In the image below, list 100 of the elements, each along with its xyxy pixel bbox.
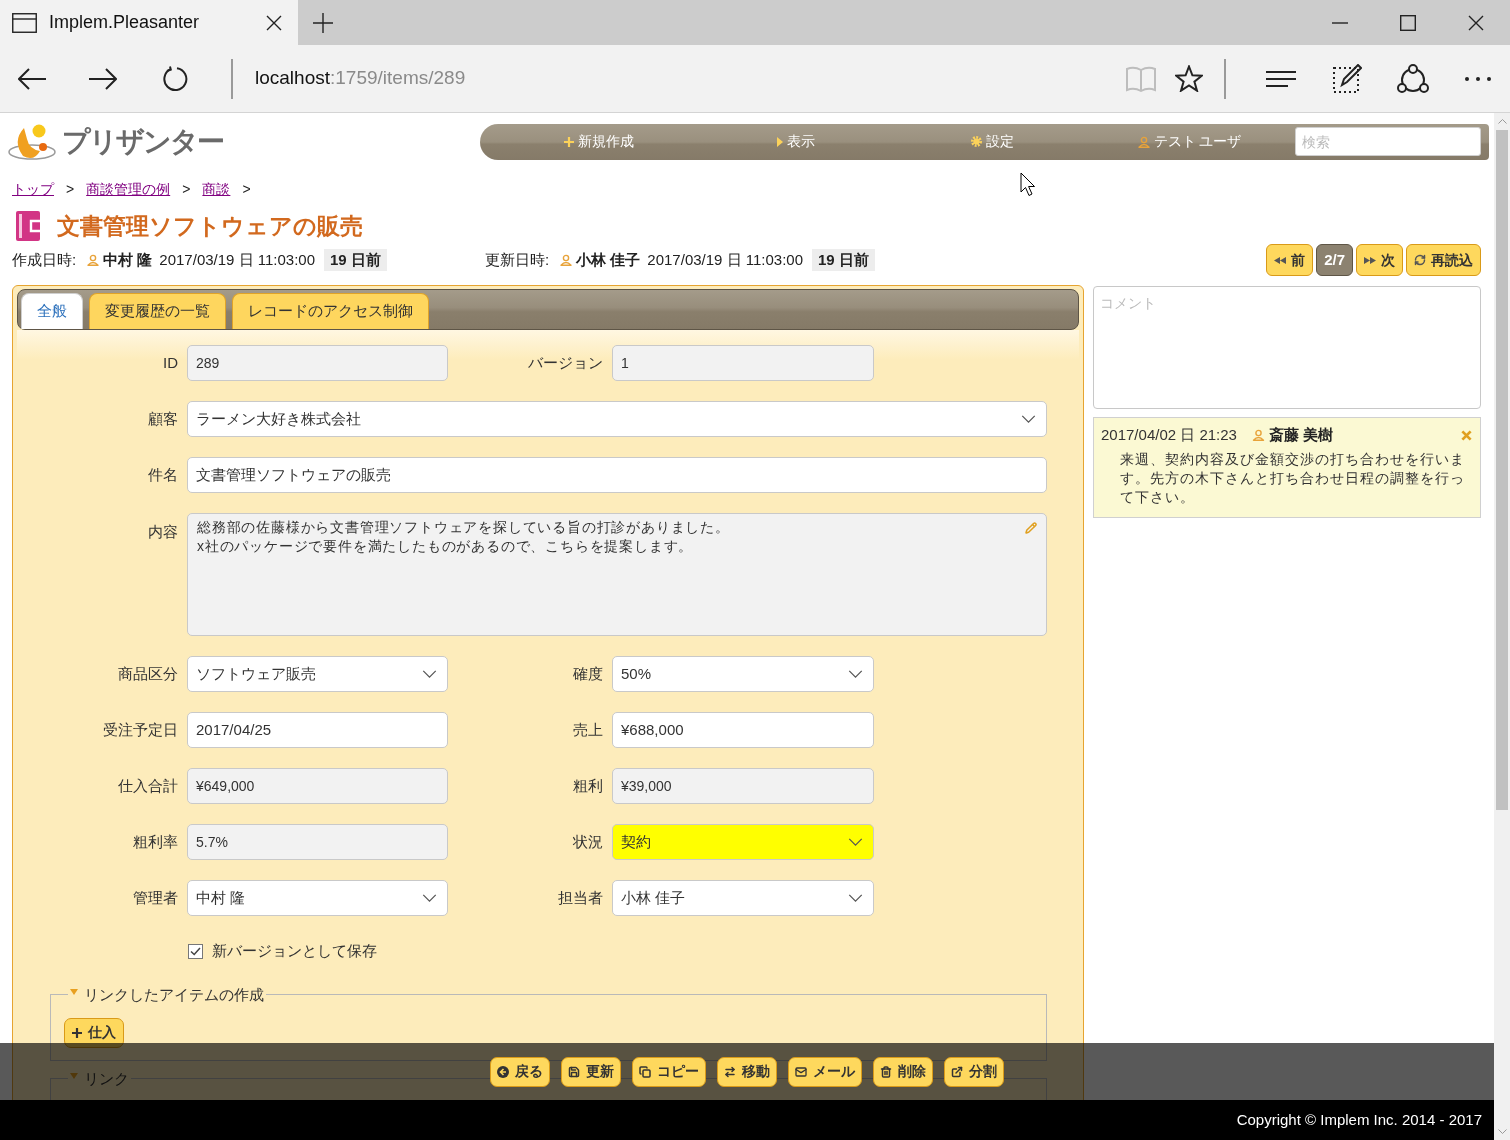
chevron-down-icon <box>1021 415 1036 423</box>
menu-item[interactable]: 設定 <box>971 131 1014 152</box>
dropdown[interactable]: ラーメン大好き株式会社 <box>187 401 1047 437</box>
field-label: 粗利率 <box>133 831 178 852</box>
comment-text: 来週、契約内容及び金額交渉の打ち合わせを行います。先方の木下さんと打ち合わせ日程の調整を行って下さい。 <box>1119 449 1466 507</box>
reload-button[interactable]: 再読込 <box>1406 244 1481 276</box>
chevron-down-icon <box>848 894 863 902</box>
hub-lines-icon[interactable] <box>1266 70 1296 87</box>
chevron-down-icon <box>848 670 863 678</box>
dropdown[interactable]: 50% <box>612 656 874 692</box>
tab[interactable]: 全般 <box>21 293 83 329</box>
plus-icon <box>563 136 574 147</box>
forward-arrow-icon[interactable] <box>89 67 117 90</box>
comment-date: 2017/04/02 日 21:23 <box>1101 425 1237 445</box>
field-label: 件名 <box>148 464 178 485</box>
info-label: 作成日時: <box>12 249 77 270</box>
back-button[interactable]: 戻る <box>490 1056 550 1087</box>
close-icon[interactable] <box>1468 14 1484 31</box>
more-icon[interactable] <box>1465 76 1491 81</box>
back-arrow-icon[interactable] <box>18 67 46 90</box>
readonly-field: ¥39,000 <box>612 768 874 804</box>
timestamp: 2017/03/19 日 11:03:00 <box>647 249 804 270</box>
breadcrumb-separator: > <box>242 179 251 199</box>
breadcrumb-link[interactable]: トップ <box>12 178 54 200</box>
arrows-left-right-icon <box>724 1065 736 1078</box>
user-name: 中村 隆 <box>103 249 153 270</box>
field-label: 管理者 <box>133 887 178 908</box>
scrollbar-thumb[interactable] <box>1496 130 1508 810</box>
copy-button[interactable]: コピー <box>632 1056 706 1087</box>
breadcrumb-link[interactable]: 商談 <box>202 178 231 200</box>
breadcrumb-separator: > <box>66 179 75 199</box>
readonly-field: 5.7% <box>187 824 448 860</box>
gear-icon <box>971 136 982 147</box>
info-label: 更新日時: <box>485 249 550 270</box>
previous-button[interactable]: 前 <box>1266 244 1314 276</box>
logo-text: プリザンター <box>62 124 223 159</box>
timestamp: 2017/03/19 日 11:03:00 <box>159 249 316 270</box>
notebook-icon <box>16 211 40 241</box>
field-label: 状況 <box>573 831 603 852</box>
text-area[interactable]: 総務部の佐藤様から文書管理ソフトウェアを探している旨の打診がありました。 x社のパッケージで要件を満たしたものがあるので、こちらを提案します。 <box>187 513 1047 636</box>
circle-arrow-left-icon <box>497 1065 509 1078</box>
update-button[interactable]: 更新 <box>561 1056 621 1087</box>
dropdown[interactable]: 契約 <box>612 824 874 860</box>
mail-button[interactable]: メール <box>788 1056 862 1087</box>
note-pen-icon[interactable] <box>1332 63 1362 94</box>
search-field[interactable]: 検索 <box>1295 127 1481 156</box>
chevron-down-icon <box>422 894 437 902</box>
next-button[interactable]: 次 <box>1356 244 1403 276</box>
field-label: 担当者 <box>558 887 603 908</box>
refresh-icon <box>1414 254 1426 266</box>
maximize-icon[interactable] <box>1400 14 1416 31</box>
mouse-pointer-icon <box>1020 172 1036 197</box>
dropdown[interactable]: 小林 佳子 <box>612 880 874 916</box>
share-icon[interactable] <box>1397 63 1429 94</box>
split-button[interactable]: 分割 <box>944 1056 1004 1087</box>
field-label: 仕入合計 <box>118 775 178 796</box>
user-name: 小林 佳子 <box>576 249 641 270</box>
plus-icon[interactable] <box>313 12 333 33</box>
person-icon <box>1137 135 1150 148</box>
trash-icon <box>880 1065 892 1078</box>
person-icon <box>87 254 100 266</box>
elapsed-badge: 19 日前 <box>324 248 387 272</box>
readonly-field: 1 <box>612 345 874 381</box>
minimize-icon[interactable] <box>1332 21 1348 24</box>
section-title[interactable]: リンクしたアイテムの作成 <box>84 985 264 1003</box>
external-link-icon <box>951 1065 963 1078</box>
triangle-right-icon <box>776 136 783 147</box>
refresh-icon[interactable] <box>162 65 188 92</box>
text-field[interactable]: 文書管理ソフトウェアの販売 <box>187 457 1047 493</box>
window-icon <box>12 12 37 33</box>
tab[interactable]: レコードのアクセス制御 <box>232 293 429 329</box>
double-arrow-right-icon <box>1364 256 1376 264</box>
readonly-field: ¥649,000 <box>187 768 448 804</box>
browser-tab[interactable]: Implem.Pleasanter <box>0 0 298 45</box>
checkbox[interactable] <box>188 943 203 959</box>
close-icon[interactable] <box>266 14 282 31</box>
text-field[interactable]: ¥688,000 <box>612 712 874 748</box>
add-button[interactable]: 仕入 <box>64 1017 124 1048</box>
move-button[interactable]: 移動 <box>717 1056 777 1087</box>
field-label: バージョン <box>528 352 603 373</box>
comment-field[interactable]: コメント <box>1093 286 1481 409</box>
tab[interactable]: 変更履歴の一覧 <box>89 293 226 329</box>
breadcrumb-link[interactable]: 商談管理の例 <box>86 178 171 200</box>
page-counter: 2/7 <box>1316 244 1353 276</box>
address-field[interactable]: localhost:1759/items/289 <box>255 64 466 93</box>
comment-author: 斎藤 美樹 <box>1268 425 1334 445</box>
elapsed-badge: 19 日前 <box>812 248 875 272</box>
text-field[interactable]: 2017/04/25 <box>187 712 448 748</box>
person-icon <box>560 254 573 266</box>
field-label: ID <box>163 352 178 373</box>
copy-icon <box>639 1065 651 1078</box>
star-icon[interactable] <box>1175 65 1203 92</box>
delete-button[interactable]: 削除 <box>873 1056 933 1087</box>
dropdown[interactable]: ソフトウェア販売 <box>187 656 448 692</box>
plus-icon <box>72 1027 82 1038</box>
menu-item[interactable]: 表示 <box>776 131 815 152</box>
copyright-text: Copyright © Implem Inc. 2014 - 2017 <box>1236 1109 1482 1130</box>
dropdown[interactable]: 中村 隆 <box>187 880 448 916</box>
breadcrumb-separator: > <box>182 179 191 199</box>
page-title: 文書管理ソフトウェアの販売 <box>57 211 363 241</box>
